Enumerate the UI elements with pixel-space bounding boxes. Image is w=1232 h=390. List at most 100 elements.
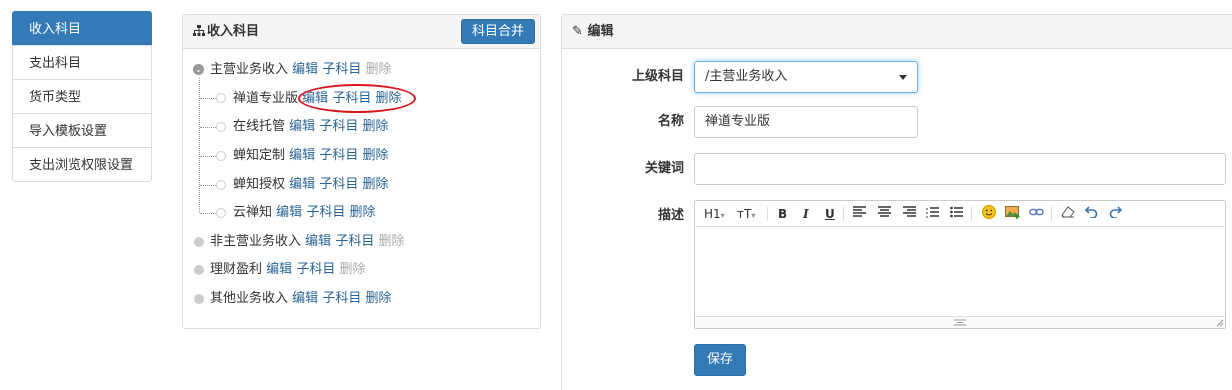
sidebar-item-income-subjects[interactable]: 收入科目 [12,11,152,46]
sidebar-item-import-template[interactable]: 导入模板设置 [12,113,152,148]
tree-node: 在线托管 编辑 子科目 删除 [233,118,388,135]
unordered-list-icon[interactable] [950,205,963,223]
node-name: 理财盈利 [210,262,263,277]
tree-node: 其他业务收入 编辑 子科目 删除 [210,290,391,307]
node-bullet-icon [216,122,226,132]
edit-link[interactable]: 编辑 [292,291,318,306]
parent-subject-value: /主营业务收入 [705,69,788,84]
bold-button[interactable]: B [778,205,787,223]
tree-node: 非主营业务收入 编辑 子科目 删除 [210,233,404,250]
delete-link[interactable]: 删除 [365,291,391,306]
chevron-down-icon[interactable]: ⌄ [193,64,204,75]
node-bullet-icon [216,180,226,190]
edit-panel-header: ✎ 编辑 [562,15,1232,49]
resize-grip-icon [954,319,966,326]
node-bullet-icon [194,294,204,304]
tree-panel-title: 收入科目 [193,15,259,49]
tree-node: 主营业务收入 编辑 子科目 删除 [210,61,391,78]
font-size-dropdown[interactable]: тT▾ [737,205,755,223]
align-center-icon[interactable] [878,205,891,223]
tree-panel-title-text: 收入科目 [207,24,260,39]
edit-link[interactable]: 编辑 [266,262,292,277]
save-button[interactable]: 保存 [694,344,747,376]
sidebar-item-currency-types[interactable]: 货币类型 [12,79,152,114]
node-name: 蝉知定制 [233,148,286,163]
delete-link[interactable]: 删除 [362,119,388,134]
sitemap-icon [193,25,205,36]
redo-icon[interactable] [1109,205,1123,223]
node-name: 主营业务收入 [210,62,289,77]
eraser-icon[interactable] [1061,205,1075,223]
delete-link: 删除 [339,262,366,277]
tree-node: 蝉知定制 编辑 子科目 删除 [233,147,388,164]
editor-content-area[interactable] [695,227,1225,316]
node-bullet-icon [216,151,226,161]
node-bullet-icon [194,237,204,247]
ordered-list-icon[interactable] [926,205,939,223]
child-subject-link[interactable]: 子科目 [319,177,358,192]
sidebar-item-expense-subjects[interactable]: 支出科目 [12,45,152,80]
toolbar-separator [843,207,844,221]
caret-down-icon [899,75,907,80]
font-size-label: тT [737,207,752,221]
edit-link[interactable]: 编辑 [305,234,331,249]
pencil-icon: ✎ [572,24,583,39]
child-subject-link[interactable]: 子科目 [296,262,335,277]
tree-panel-header: 收入科目 科目合并 [183,15,540,49]
align-right-icon[interactable] [903,205,916,223]
node-bullet-icon [216,208,226,218]
underline-button[interactable]: U [825,205,835,223]
toolbar-separator [1051,207,1052,221]
undo-icon[interactable] [1084,205,1098,223]
italic-button[interactable]: I [803,205,809,223]
tree-connector [200,156,216,157]
tree-connector [200,127,216,128]
toolbar-separator [767,207,768,221]
sidebar-item-expense-permission[interactable]: 支出浏览权限设置 [12,147,152,182]
child-subject-link[interactable]: 子科目 [335,234,374,249]
parent-subject-select[interactable]: /主营业务收入 [694,61,918,93]
node-name: 蝉知授权 [233,177,286,192]
delete-link[interactable]: 删除 [362,177,388,192]
delete-link: 删除 [378,234,405,249]
edit-link[interactable]: 编辑 [276,205,302,220]
child-subject-link[interactable]: 子科目 [322,62,361,77]
emoji-icon[interactable] [982,205,996,223]
node-name: 其他业务收入 [210,291,289,306]
resize-corner-icon[interactable] [1216,319,1224,327]
toolbar-separator [971,207,972,221]
name-input[interactable]: 禅道专业版 [694,106,918,138]
edit-panel-title-text: 编辑 [587,24,614,39]
child-subject-link[interactable]: 子科目 [322,291,361,306]
child-subject-link[interactable]: 子科目 [319,148,358,163]
heading-label: H1 [704,207,721,221]
edit-link[interactable]: 编辑 [292,62,318,77]
editor-resize-bar[interactable] [695,316,1225,328]
delete-link: 删除 [365,62,392,77]
child-subject-link[interactable]: 子科目 [319,119,358,134]
node-name: 非主营业务收入 [210,234,302,249]
image-icon[interactable] [1005,205,1020,223]
name-label: 名称 [657,114,684,129]
node-bullet-icon [216,93,226,103]
tree-connector [200,98,216,99]
heading-dropdown[interactable]: H1▾ [704,205,725,223]
delete-link[interactable]: 删除 [349,205,375,220]
link-icon[interactable] [1029,205,1044,223]
tree-node: 蝉知授权 编辑 子科目 删除 [233,176,388,193]
keyword-input[interactable] [694,153,1226,185]
tree-connector [200,185,216,186]
node-name: 云禅知 [233,205,273,220]
sidebar-nav: 收入科目 支出科目 货币类型 导入模板设置 支出浏览权限设置 [12,11,152,182]
rich-text-editor: H1▾ тT▾ B I U [694,200,1226,329]
edit-link[interactable]: 编辑 [289,119,315,134]
edit-link[interactable]: 编辑 [289,177,315,192]
child-subject-link[interactable]: 子科目 [306,205,345,220]
align-left-icon[interactable] [853,205,866,223]
delete-link[interactable]: 删除 [362,148,388,163]
tree-node: 云禅知 编辑 子科目 删除 [233,204,375,221]
node-name: 在线托管 [233,119,286,134]
node-name: 禅道专业版 [233,91,299,106]
merge-subjects-button[interactable]: 科目合并 [460,19,535,44]
edit-link[interactable]: 编辑 [289,148,315,163]
